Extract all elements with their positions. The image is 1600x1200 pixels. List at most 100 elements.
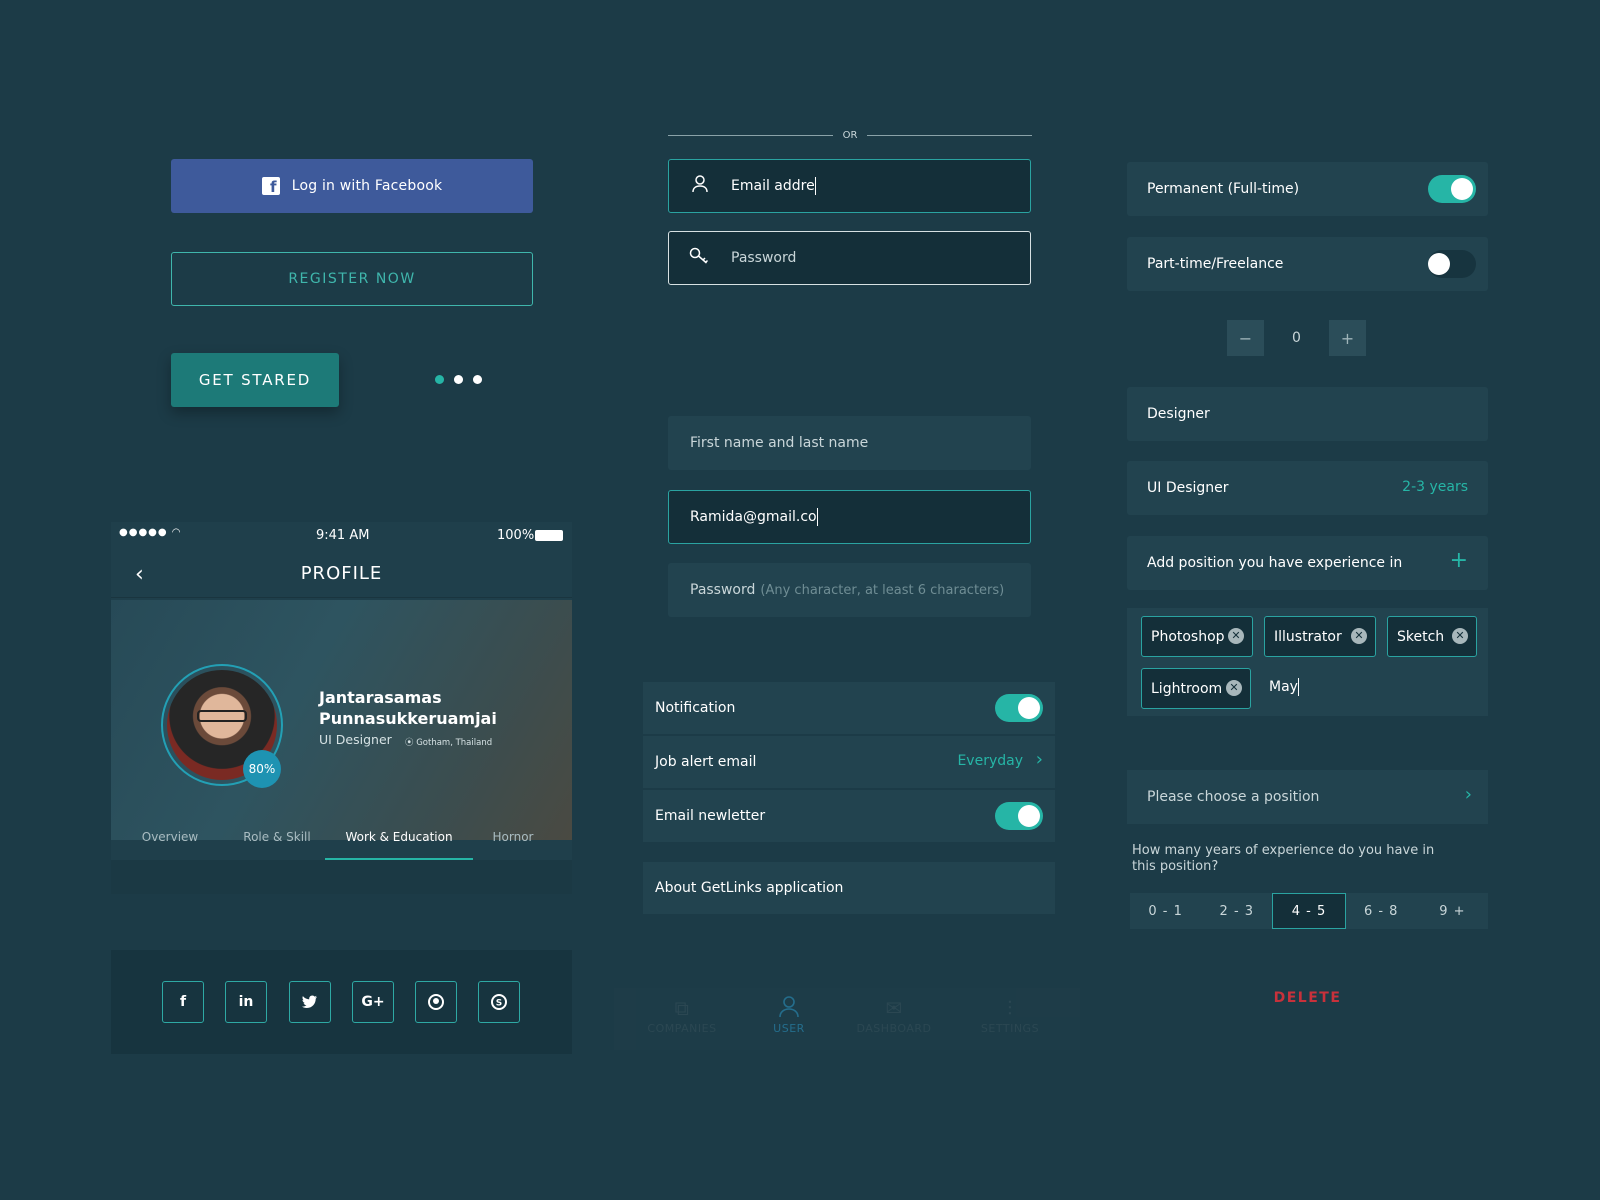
profile-screen: ●●●●● ◠ 9:41 AM 100% ‹ PROFILE 80% Janta… xyxy=(111,522,572,894)
part-time-toggle[interactable] xyxy=(1428,250,1476,278)
tab-overview[interactable]: Overview xyxy=(111,822,229,858)
text-caret xyxy=(814,177,816,195)
navigation-bar: ‹ PROFILE xyxy=(111,550,572,598)
experience-years: 2-3 years xyxy=(1402,479,1468,495)
tag-sketch[interactable]: Sketch ✕ xyxy=(1387,616,1477,657)
range-option[interactable]: 9 + xyxy=(1417,893,1488,929)
notification-label: Notification xyxy=(655,700,736,716)
tab-user-label: USER xyxy=(773,1022,805,1035)
notification-row: Notification xyxy=(643,682,1055,734)
github-icon[interactable] xyxy=(415,981,457,1023)
job-alert-row[interactable]: Job alert email Everyday › xyxy=(643,736,1055,788)
tab-hornor[interactable]: Hornor xyxy=(473,822,553,858)
tag-illustrator[interactable]: Illustrator ✕ xyxy=(1264,616,1376,657)
page-indicator xyxy=(435,375,482,384)
tab-settings[interactable]: ⫶ SETTINGS xyxy=(960,996,1060,1035)
signup-email-field[interactable]: Ramida@gmail.co xyxy=(668,490,1031,544)
tag-label: Illustrator xyxy=(1274,628,1342,645)
glasses-shape xyxy=(197,710,247,722)
facebook-icon[interactable]: f xyxy=(162,981,204,1023)
toggle-knob xyxy=(1428,253,1450,275)
get-started-button[interactable]: GET STARED xyxy=(171,353,339,407)
range-option-selected[interactable]: 4 - 5 xyxy=(1272,893,1346,929)
range-option[interactable]: 0 - 1 xyxy=(1130,893,1201,929)
sliders-icon: ⫶ xyxy=(1007,996,1013,1020)
signup-password-field[interactable]: Password (Any character, at least 6 char… xyxy=(668,563,1031,617)
close-icon[interactable]: ✕ xyxy=(1452,628,1468,644)
tab-user[interactable]: USER xyxy=(739,996,839,1035)
experience-row[interactable]: UI Designer 2-3 years xyxy=(1127,461,1488,515)
inbox-icon: ✉ xyxy=(885,996,903,1020)
stepper-value[interactable]: 0 xyxy=(1264,320,1329,356)
tag-input-value: May xyxy=(1269,679,1298,695)
part-time-label: Part-time/Freelance xyxy=(1147,256,1284,272)
minus-button[interactable]: − xyxy=(1227,320,1264,356)
tab-role-skill[interactable]: Role & Skill xyxy=(229,822,325,858)
tab-companies[interactable]: ⧉ COMPANIES xyxy=(632,996,732,1035)
twitter-icon[interactable] xyxy=(289,981,331,1023)
companies-icon: ⧉ xyxy=(674,996,690,1020)
close-icon[interactable]: ✕ xyxy=(1228,628,1244,644)
permanent-label: Permanent (Full-time) xyxy=(1147,181,1300,197)
facebook-login-button[interactable]: f Log in with Facebook xyxy=(171,159,533,213)
user-icon xyxy=(739,996,839,1022)
permanent-row: Permanent (Full-time) xyxy=(1127,162,1488,216)
notification-toggle[interactable] xyxy=(995,694,1043,722)
range-option[interactable]: 6 - 8 xyxy=(1346,893,1417,929)
email-field[interactable]: Email addre xyxy=(668,159,1031,213)
newsletter-toggle[interactable] xyxy=(995,802,1043,830)
tab-dashboard[interactable]: ✉ DASHBOARD xyxy=(844,996,944,1035)
range-option[interactable]: 2 - 3 xyxy=(1201,893,1272,929)
tag-photoshop[interactable]: Photoshop ✕ xyxy=(1141,616,1253,657)
add-position-row[interactable]: Add position you have experience in + xyxy=(1127,536,1488,590)
status-bar: ●●●●● ◠ 9:41 AM 100% xyxy=(111,522,572,548)
email-field-value: Email addre xyxy=(731,178,815,194)
register-button[interactable]: REGISTER NOW xyxy=(171,252,533,306)
social-links-panel: f in G+ S xyxy=(111,950,572,1054)
toggle-knob xyxy=(1451,178,1473,200)
bottom-tab-bar: ⧉ COMPANIES USER ✉ DASHBOARD ⫶ SETTINGS xyxy=(614,988,1080,1050)
svg-text:S: S xyxy=(496,999,502,1009)
password-label: Password xyxy=(690,582,756,598)
close-icon[interactable]: ✕ xyxy=(1226,680,1242,696)
battery-icon xyxy=(535,530,563,541)
full-name-field[interactable]: First name and last name xyxy=(668,416,1031,470)
google-plus-icon[interactable]: G+ xyxy=(352,981,394,1023)
permanent-toggle[interactable] xyxy=(1428,175,1476,203)
choose-position-label: Please choose a position xyxy=(1147,789,1320,805)
linkedin-icon[interactable]: in xyxy=(225,981,267,1023)
page-title: PROFILE xyxy=(300,563,383,584)
or-divider: OR xyxy=(668,128,1033,142)
battery-percent: 100% xyxy=(497,528,535,543)
part-time-row: Part-time/Freelance xyxy=(1127,237,1488,291)
profile-completion-badge: 80% xyxy=(243,750,281,788)
experience-range-selector: 0 - 1 2 - 3 4 - 5 6 - 8 9 + xyxy=(1130,893,1488,929)
choose-position-select[interactable]: Please choose a position › xyxy=(1127,770,1488,824)
delete-button[interactable]: DELETE xyxy=(1127,990,1488,1006)
page-dot-1[interactable] xyxy=(435,375,444,384)
page-dot-2[interactable] xyxy=(454,375,463,384)
position-field[interactable]: Designer xyxy=(1127,387,1488,441)
tag-label: Photoshop xyxy=(1151,628,1225,645)
facebook-icon: f xyxy=(261,177,280,195)
page-dot-3[interactable] xyxy=(473,375,482,384)
tab-dashboard-label: DASHBOARD xyxy=(856,1022,932,1035)
profile-name: Jantarasamas Punnasukkeruamjai xyxy=(319,688,497,728)
text-caret xyxy=(1297,678,1299,696)
tag-text-input[interactable]: May xyxy=(1269,678,1299,696)
password-field[interactable]: Password xyxy=(668,231,1031,285)
tag-lightroom[interactable]: Lightroom ✕ xyxy=(1141,668,1251,709)
location-text: Gotham, Thailand xyxy=(416,738,493,748)
about-row[interactable]: About GetLinks application xyxy=(643,862,1055,914)
close-icon[interactable]: ✕ xyxy=(1351,628,1367,644)
skill-tags-input[interactable]: Photoshop ✕ Illustrator ✕ Sketch ✕ Light… xyxy=(1127,608,1488,716)
tab-work-education[interactable]: Work & Education xyxy=(325,822,473,861)
password-placeholder: Password xyxy=(731,250,797,266)
plus-icon[interactable]: + xyxy=(1450,548,1468,573)
plus-button[interactable]: + xyxy=(1329,320,1366,356)
skype-icon[interactable]: S xyxy=(478,981,520,1023)
key-icon xyxy=(669,247,731,270)
text-caret xyxy=(816,508,818,526)
status-time: 9:41 AM xyxy=(316,528,370,543)
tag-label: Lightroom xyxy=(1151,680,1223,697)
